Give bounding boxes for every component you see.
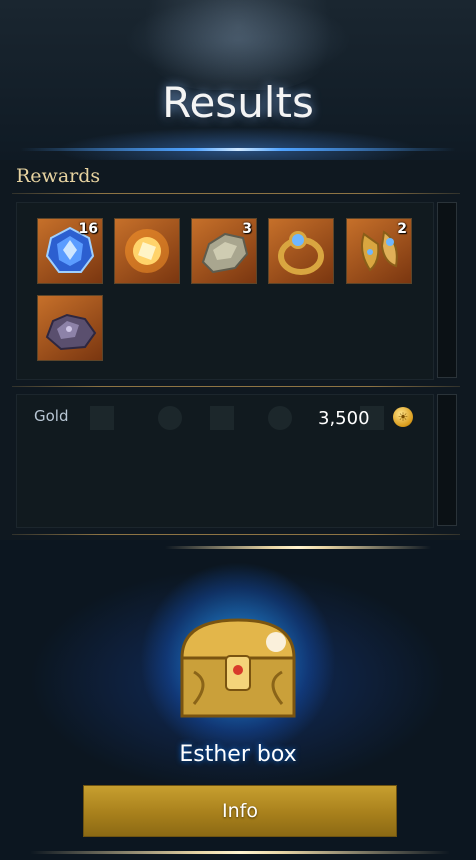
reward-slot[interactable] [37,295,103,361]
box-top-highlight [165,546,431,549]
box-divider [12,534,460,535]
rewards-heading: Rewards [16,165,101,187]
reward-slot[interactable]: 3 [191,218,257,284]
reward-slot[interactable] [114,218,180,284]
reward-slot[interactable] [268,218,334,284]
reward-slot[interactable]: 16 [37,218,103,284]
purple-ore-icon [45,313,97,351]
gold-scrollbar[interactable] [437,394,457,526]
background-icons [90,406,384,430]
quantity-label: 3 [242,221,252,237]
gold-amount: 3,500 [318,408,370,429]
info-button[interactable]: Info [83,785,397,837]
reward-slot[interactable]: 2 [346,218,412,284]
rewards-divider [12,193,460,194]
quantity-label: 2 [397,221,407,237]
rewards-scrollbar[interactable] [437,202,457,378]
header-ornament [120,0,356,90]
treasure-chest-icon[interactable] [172,612,304,724]
jeweled-ring-icon [278,231,324,275]
glowing-orb-icon [125,229,169,273]
bottom-highlight [30,851,450,854]
header-glow-divider [20,148,456,151]
reward-box-name: Esther box [179,742,297,767]
gold-coin-icon: ☀ [393,407,413,427]
gold-divider [12,386,460,387]
gold-label: Gold [34,407,69,425]
quantity-label: 16 [78,221,98,237]
page-title: Results [162,78,314,127]
